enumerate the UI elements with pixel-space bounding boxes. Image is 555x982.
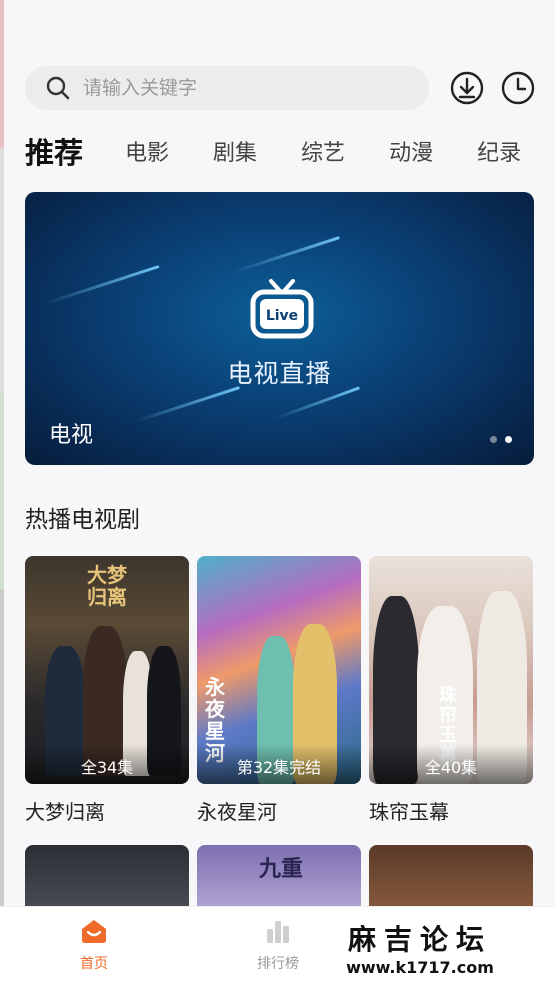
drama-poster[interactable] [25, 845, 189, 915]
carousel-indicator [490, 436, 512, 443]
search-icon [46, 76, 70, 100]
drama-poster[interactable]: 永夜星河 第32集完结 [197, 556, 361, 784]
search-input[interactable] [83, 77, 383, 99]
search-row [25, 66, 535, 110]
nav-home[interactable]: 首页 [54, 917, 134, 973]
carousel-dot-active [505, 436, 512, 443]
live-badge-text: Live [266, 308, 298, 324]
tab-movie[interactable]: 电影 [125, 135, 169, 167]
tab-documentary[interactable]: 纪录 [477, 135, 521, 167]
drama-card[interactable]: 永夜星河 第32集完结 永夜星河 [197, 556, 361, 825]
nav-rank[interactable]: 排行榜 [238, 917, 318, 973]
light-streak [44, 264, 160, 305]
episode-badge: 第32集完结 [197, 744, 361, 784]
drama-poster[interactable] [369, 845, 533, 915]
episode-badge: 全34集 [25, 744, 189, 784]
watermark-url: www.k1717.com [346, 958, 494, 977]
episode-badge: 全40集 [369, 744, 533, 784]
tv-live-icon: Live [250, 279, 314, 339]
poster-title-art: 大梦归离 [87, 563, 127, 609]
history-icon[interactable] [500, 70, 536, 106]
tab-variety[interactable]: 综艺 [301, 135, 345, 167]
drama-card[interactable]: 九重 [197, 845, 361, 915]
banner-caption: 电视 [49, 423, 94, 448]
drama-card[interactable] [369, 845, 533, 915]
banner-title: 电视直播 [227, 359, 332, 388]
drama-title[interactable]: 珠帘玉幕 [369, 796, 533, 825]
light-streak [274, 386, 361, 420]
light-streak [134, 386, 241, 423]
drama-poster[interactable]: 珠帘玉幕 全40集 [369, 556, 533, 784]
drama-title[interactable]: 大梦归离 [25, 796, 189, 825]
light-streak [234, 236, 341, 273]
poster-title-art: 九重 [259, 857, 304, 882]
drama-poster[interactable]: 九重 [197, 845, 361, 915]
bar-chart-icon [267, 921, 289, 943]
left-edge-strip [0, 0, 4, 982]
tab-series[interactable]: 剧集 [213, 135, 257, 167]
tab-anime[interactable]: 动漫 [389, 135, 433, 167]
watermark-title: 麻吉论坛 [347, 923, 492, 956]
search-box[interactable] [25, 66, 429, 110]
drama-title[interactable]: 永夜星河 [197, 796, 361, 825]
drama-card[interactable] [25, 845, 189, 915]
drama-poster[interactable]: 大梦归离 全34集 [25, 556, 189, 784]
live-tv-banner[interactable]: Live 电视直播 电视 [25, 192, 534, 465]
drama-card[interactable]: 珠帘玉幕 全40集 珠帘玉幕 [369, 556, 533, 825]
forum-watermark: 麻吉论坛 www.k1717.com [340, 918, 500, 977]
drama-grid-row-2: 九重 [25, 845, 533, 915]
drama-card[interactable]: 大梦归离 全34集 大梦归离 [25, 556, 189, 825]
download-icon[interactable] [449, 70, 485, 106]
section-title-hot-dramas: 热播电视剧 [25, 507, 140, 533]
carousel-dot [490, 436, 497, 443]
home-icon [82, 920, 106, 943]
nav-rank-label: 排行榜 [257, 956, 299, 972]
category-tabs: 推荐 电影 剧集 综艺 动漫 纪录 [25, 128, 555, 174]
tab-recommend[interactable]: 推荐 [25, 130, 83, 172]
drama-grid: 大梦归离 全34集 大梦归离 永夜星河 第32集完结 永夜星河 珠帘玉幕 全40… [25, 556, 535, 825]
nav-home-label: 首页 [80, 956, 108, 972]
